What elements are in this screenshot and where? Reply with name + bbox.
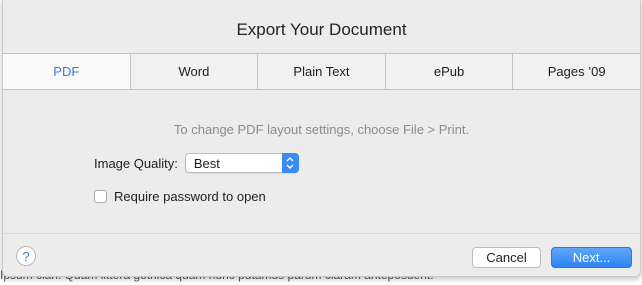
help-icon[interactable]: ? (16, 246, 36, 266)
tab-pages-09[interactable]: Pages ’09 (512, 54, 640, 89)
cancel-button[interactable]: Cancel (472, 247, 541, 268)
image-quality-value: Best (193, 156, 220, 171)
pdf-layout-hint: To change PDF layout settings, choose Fi… (173, 122, 470, 137)
image-quality-select[interactable]: Best (184, 153, 299, 173)
dialog-title: Export Your Document (236, 20, 407, 39)
tab-pdf[interactable]: PDF (3, 54, 130, 89)
require-password-label[interactable]: Require password to open (114, 189, 266, 204)
require-password-checkbox[interactable] (94, 190, 107, 203)
tab-plain-text[interactable]: Plain Text (257, 54, 385, 89)
require-password-row: Require password to open (94, 189, 266, 204)
screen: Ipsum clari. Quam littera gothica quam n… (0, 0, 642, 285)
footer-divider (3, 233, 640, 234)
export-dialog: Export Your Document PDF Word Plain Text… (2, 0, 641, 277)
next-button[interactable]: Next... (551, 247, 632, 268)
chevron-updown-icon (281, 153, 299, 173)
image-quality-row: Image Quality: Best (94, 153, 299, 173)
format-tabs: PDF Word Plain Text ePub Pages ’09 (3, 53, 640, 90)
tab-word[interactable]: Word (129, 54, 258, 89)
tab-epub[interactable]: ePub (384, 54, 513, 89)
image-quality-label: Image Quality: (94, 155, 178, 171)
